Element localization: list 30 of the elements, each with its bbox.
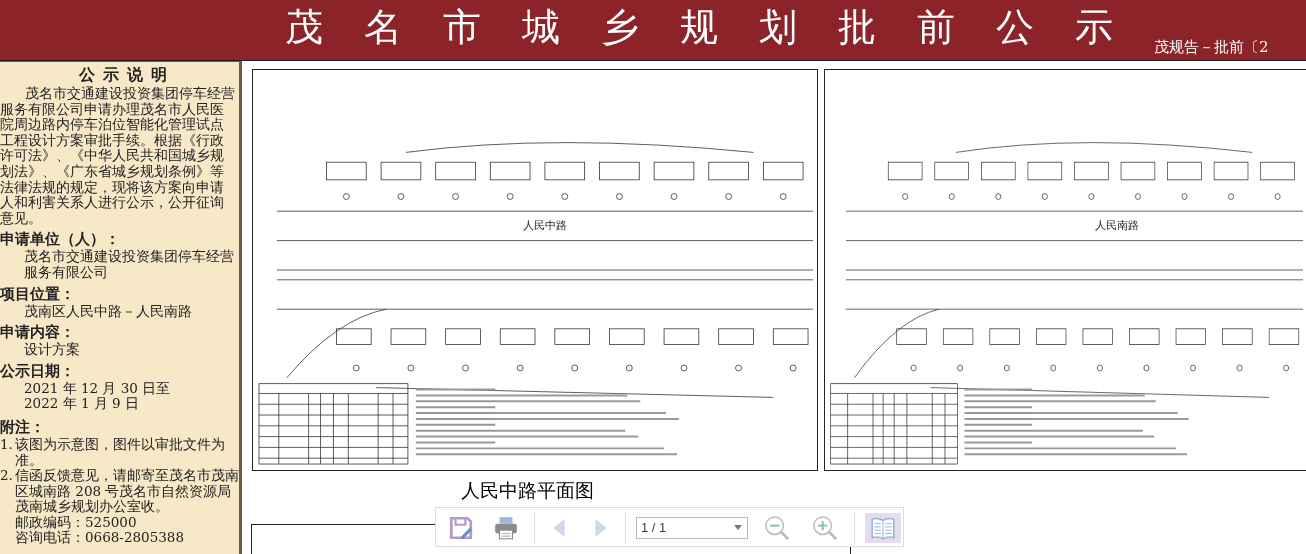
road-name: 人民中路 bbox=[523, 218, 567, 233]
printer-icon bbox=[492, 514, 520, 541]
section-label: 申请单位（人）： bbox=[0, 230, 121, 249]
notice-number: 茂规告－批前〔2 bbox=[1154, 38, 1269, 57]
section-label: 附注： bbox=[0, 417, 46, 437]
section-value: 2022 年 1 月 9 日 bbox=[23, 396, 140, 412]
caret-icon bbox=[734, 525, 742, 530]
zoom-in-icon bbox=[810, 513, 840, 542]
note-number: 1. bbox=[0, 436, 14, 454]
save-icon bbox=[448, 514, 474, 541]
section-label: 申请内容： bbox=[0, 323, 76, 342]
section-label: 项目位置： bbox=[0, 284, 76, 304]
note-text: 该图为示意图，图件以审批文件为准。 bbox=[15, 436, 226, 468]
section-value: 茂名市交通建设投资集团停车经营服务有限公司 bbox=[23, 249, 235, 281]
contact-line: 咨询电话：0668-2805388 bbox=[14, 530, 186, 547]
note-number: 2. bbox=[0, 468, 14, 486]
contact-line: 邮政编码：525000 bbox=[14, 514, 138, 530]
section-value: 茂南区人民中路－人民南路 bbox=[23, 303, 193, 320]
note-text: 信函反馈意见，请邮寄至茂名市茂南区城南路 208 号茂名市自然资源局茂南城乡规划办公室收。 bbox=[15, 468, 239, 515]
section-label: 公示日期： bbox=[0, 361, 76, 381]
notice-heading: 公示说明 bbox=[77, 65, 176, 85]
section-value: 2021 年 12 月 30 日至 bbox=[23, 380, 172, 397]
book-view-button[interactable] bbox=[865, 512, 901, 543]
road-name: 人民南路 bbox=[1095, 218, 1139, 233]
page-number-field[interactable]: 1 / 1 bbox=[636, 516, 748, 539]
zoom-out-icon bbox=[762, 513, 792, 542]
notice-paragraph: 茂名市交通建设投资集团停车经营服务有限公司申请办理茂名市人民医院周边路内停车泊位智能化管理试点工程设计方案审批手续。根据《行政许可法》、《中华人民共和国城乡规划法》、《广东省城乡规划条例》等法律法规的规定，现将该方案向申请人和利害关系人进行公示，公开征询意见。 bbox=[0, 86, 236, 227]
plan-caption: 人民中路平面图 bbox=[461, 478, 595, 502]
page-title: 茂名市城乡规划批前公示 bbox=[284, 8, 1154, 46]
section-value: 设计方案 bbox=[23, 342, 81, 358]
